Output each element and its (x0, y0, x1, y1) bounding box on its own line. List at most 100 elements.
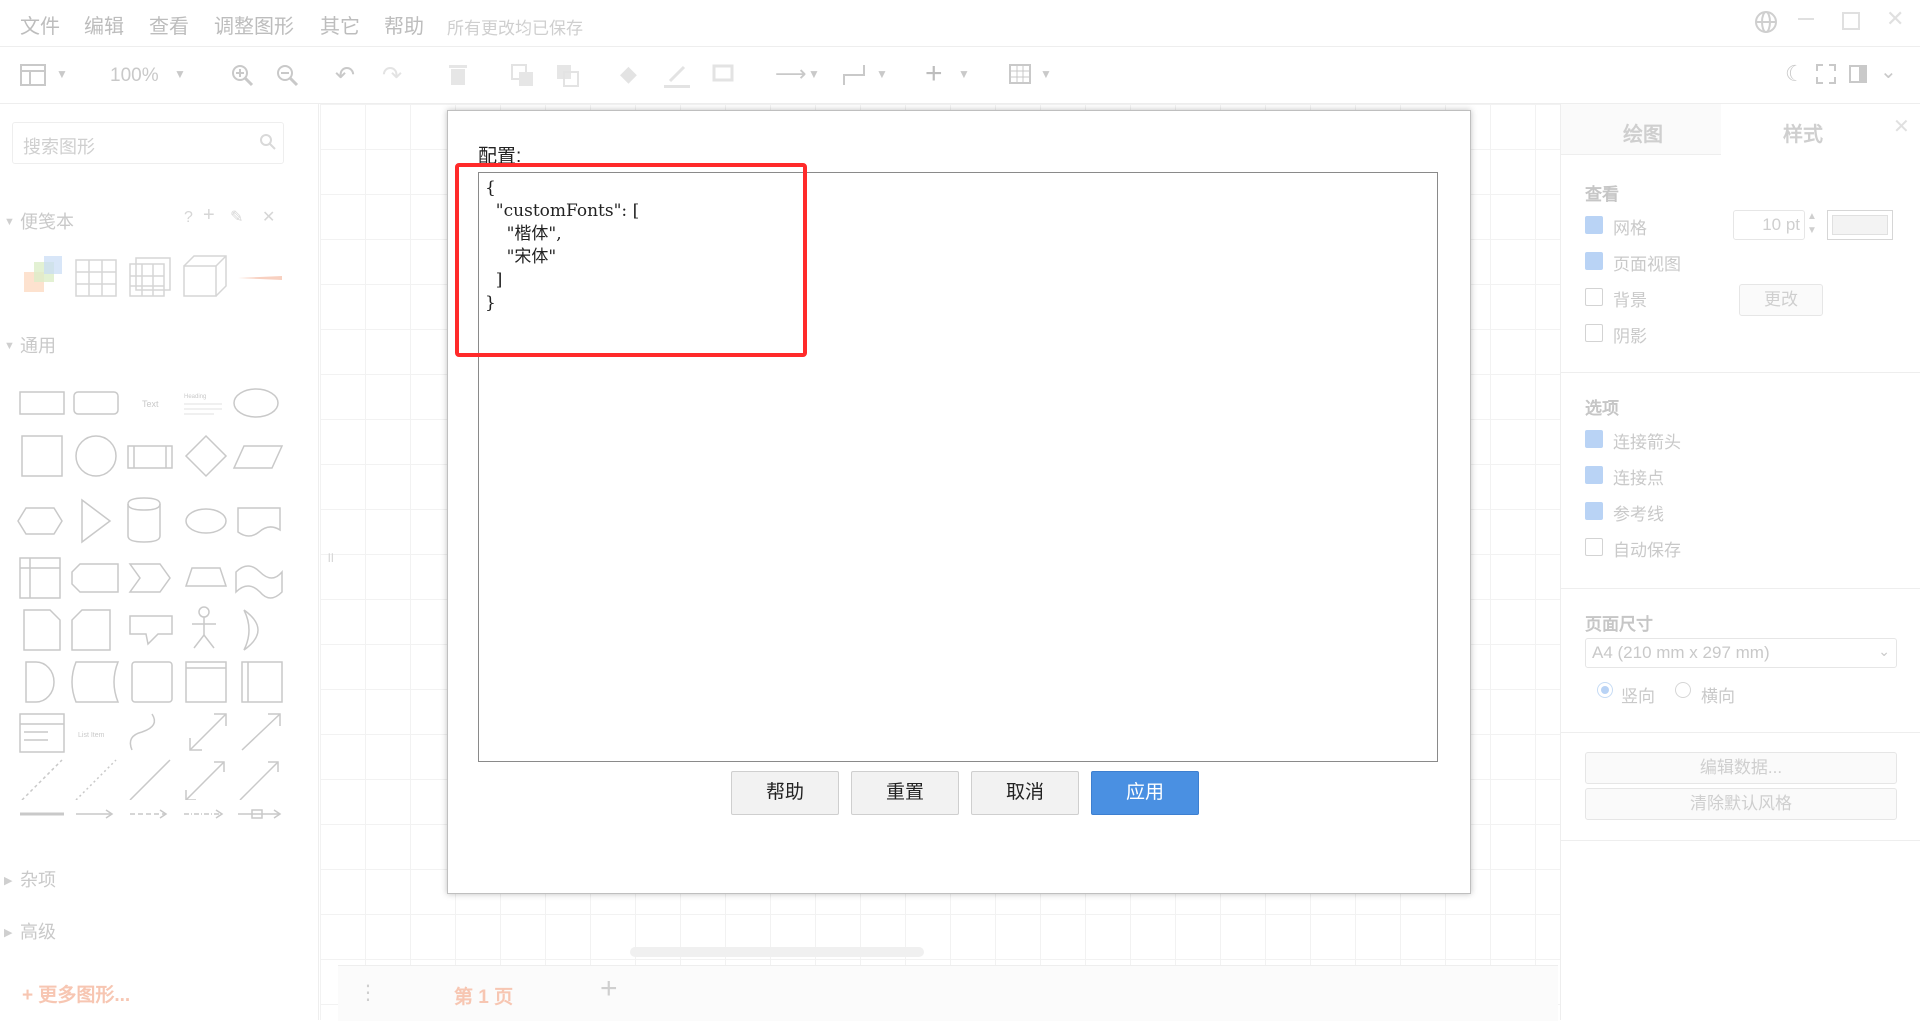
format-panel-icon[interactable] (1848, 63, 1870, 85)
apply-button[interactable]: 应用 (1091, 771, 1199, 815)
zoom-in-icon[interactable] (230, 63, 254, 87)
fill-color-icon[interactable]: ◆ (620, 61, 637, 87)
format-panel-toggle-icon[interactable] (20, 63, 48, 87)
page-size-section-title: 页面尺寸 (1585, 615, 1653, 634)
annotation-highlight-box (455, 163, 807, 357)
chevron-down-icon[interactable]: ▼ (876, 67, 888, 81)
background-checkbox[interactable] (1585, 288, 1603, 306)
chevron-down-icon[interactable]: ▼ (958, 67, 970, 81)
tab-style[interactable]: 样式 (1783, 118, 1823, 147)
menu-extras[interactable]: 其它 (320, 10, 360, 39)
zoom-select[interactable]: 100% (110, 65, 159, 87)
page-menu-icon[interactable]: ⋮ (358, 980, 378, 1005)
page-size-select[interactable]: A4 (210 mm x 297 mm) ⌄ (1585, 638, 1897, 668)
connection-arrow-icon[interactable]: ⟶ (775, 61, 807, 87)
guides-checkbox[interactable] (1585, 502, 1603, 520)
section-expanded-arrow-icon: ▼ (4, 340, 15, 352)
connection-points-checkbox[interactable] (1585, 466, 1603, 484)
search-icon[interactable] (259, 133, 277, 156)
section-scratchpad[interactable]: 便笺本 (20, 208, 74, 234)
shadow-label: 阴影 (1613, 327, 1647, 346)
redo-icon[interactable]: ↷ (382, 61, 402, 90)
format-panel: 绘图 样式 ✕ 查看 网格 10 pt ▲ ▼ 页面视图 背景 更改 阴影 选项 … (1560, 104, 1920, 1020)
shadow-checkbox[interactable] (1585, 324, 1603, 342)
general-shapes-grid[interactable]: Text Heading List Item (14, 380, 284, 800)
divider (1561, 588, 1920, 589)
save-status: 所有更改均已保存 (447, 19, 583, 38)
page-view-checkbox[interactable] (1585, 252, 1603, 270)
autosave-label: 自动保存 (1613, 541, 1681, 560)
maximize-icon[interactable] (1842, 12, 1860, 30)
line-color-icon[interactable] (662, 63, 692, 89)
delete-icon[interactable] (447, 63, 469, 87)
language-globe-icon[interactable] (1753, 9, 1779, 40)
grid-size-spinner-icon[interactable]: ▲ ▼ (1807, 210, 1817, 238)
insert-plus-icon[interactable]: + (925, 57, 943, 91)
help-button[interactable]: 帮助 (731, 771, 839, 815)
clear-default-style-button[interactable]: 清除默认风格 (1585, 788, 1897, 820)
connection-arrows-label: 连接箭头 (1613, 433, 1681, 452)
menu-arrange[interactable]: 调整图形 (214, 10, 294, 39)
section-collapsed-arrow-icon: ▶ (4, 927, 13, 939)
edge-styles-row[interactable] (14, 804, 284, 824)
chevron-down-icon[interactable]: ▼ (174, 67, 186, 81)
chevron-down-icon[interactable]: ▼ (1040, 67, 1052, 81)
zoom-out-icon[interactable] (275, 63, 299, 87)
grid-label: 网格 (1613, 219, 1647, 238)
waypoints-icon[interactable] (842, 63, 868, 87)
more-shapes-button[interactable]: + 更多图形... (22, 980, 130, 1007)
change-background-button[interactable]: 更改 (1739, 284, 1823, 316)
horizontal-scrollbar[interactable] (630, 947, 924, 957)
shadow-icon[interactable] (712, 63, 736, 85)
edit-data-button[interactable]: 编辑数据... (1585, 752, 1897, 784)
undo-icon[interactable]: ↶ (335, 61, 355, 90)
scratchpad-help-icon[interactable]: ? (184, 209, 193, 227)
grid-color-button[interactable] (1827, 210, 1893, 240)
tab-page-1[interactable]: 第 1 页 (454, 982, 513, 1009)
scratchpad-add-icon[interactable]: + (203, 204, 215, 227)
grid-size-input[interactable]: 10 pt (1733, 210, 1805, 240)
divider (1561, 732, 1920, 733)
section-general[interactable]: 通用 (20, 332, 56, 358)
tab-diagram[interactable]: 绘图 (1623, 118, 1663, 147)
minimize-icon[interactable] (1798, 18, 1814, 20)
cancel-button[interactable]: 取消 (971, 771, 1079, 815)
shape-search-input[interactable]: 搜索图形 (12, 122, 284, 164)
section-advanced[interactable]: 高级 (20, 918, 56, 944)
scratchpad-edit-icon[interactable]: ✎ (230, 207, 243, 227)
scratchpad-close-icon[interactable]: ✕ (262, 207, 275, 227)
grid-checkbox[interactable] (1585, 216, 1603, 234)
menu-edit[interactable]: 编辑 (84, 10, 124, 39)
chevron-down-icon[interactable]: ▼ (808, 67, 820, 81)
options-section-title: 选项 (1585, 399, 1619, 418)
dark-mode-moon-icon[interactable]: ☾ (1785, 61, 1805, 87)
menubar: 文件 编辑 查看 调整图形 其它 帮助 所有更改均已保存 ✕ (0, 0, 1920, 47)
reset-button[interactable]: 重置 (851, 771, 959, 815)
sidebar-resize-handle-icon[interactable]: ॥ (326, 548, 334, 567)
collapse-chevrons-icon[interactable]: ⌄ (1880, 59, 1897, 84)
menu-help[interactable]: 帮助 (384, 10, 424, 39)
page-view-label: 页面视图 (1613, 255, 1681, 274)
table-icon[interactable] (1008, 63, 1032, 85)
to-front-icon[interactable] (510, 63, 536, 87)
to-back-icon[interactable] (555, 63, 581, 87)
menu-view[interactable]: 查看 (149, 10, 189, 39)
landscape-label: 横向 (1701, 687, 1735, 706)
window-close-icon[interactable]: ✕ (1886, 6, 1904, 32)
autosave-checkbox[interactable] (1585, 538, 1603, 556)
section-collapsed-arrow-icon: ▶ (4, 875, 13, 887)
page-tabs-bar: ⋮ 第 1 页 + (338, 965, 1558, 1021)
scratchpad-items[interactable] (20, 254, 290, 304)
connection-arrows-checkbox[interactable] (1585, 430, 1603, 448)
add-page-icon[interactable]: + (600, 972, 618, 1006)
fullscreen-icon[interactable] (1815, 63, 1837, 85)
menu-file[interactable]: 文件 (20, 10, 60, 39)
panel-close-icon[interactable]: ✕ (1893, 114, 1910, 139)
chevron-down-icon[interactable]: ▼ (56, 67, 68, 81)
landscape-radio[interactable] (1675, 682, 1691, 698)
shape-text-label: Text (142, 399, 159, 409)
guides-label: 参考线 (1613, 505, 1664, 524)
portrait-radio[interactable] (1597, 682, 1613, 698)
divider (1561, 372, 1920, 373)
section-misc[interactable]: 杂项 (20, 866, 56, 892)
